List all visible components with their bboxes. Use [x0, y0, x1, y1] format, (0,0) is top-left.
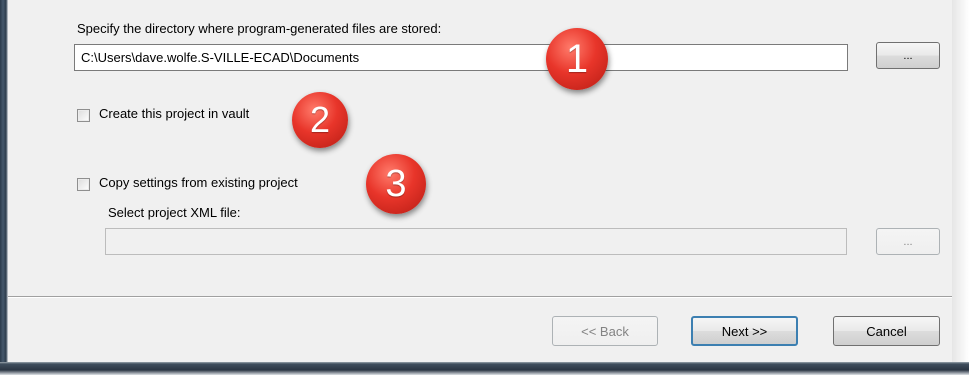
directory-prompt-label: Specify the directory where program-gene… — [77, 21, 442, 36]
back-button[interactable]: << Back — [552, 316, 658, 346]
cancel-button[interactable]: Cancel — [833, 316, 940, 346]
xml-file-path-field[interactable] — [105, 228, 847, 255]
dialog-shadow — [952, 0, 969, 375]
vault-checkbox-label[interactable]: Create this project in vault — [99, 106, 249, 121]
xml-file-prompt-label: Select project XML file: — [108, 205, 241, 220]
dialog-frame-left — [0, 0, 8, 375]
vault-checkbox[interactable] — [77, 109, 90, 122]
callout-badge-1: 1 — [546, 28, 608, 90]
copy-settings-checkbox-label[interactable]: Copy settings from existing project — [99, 175, 298, 190]
xml-file-browse-button[interactable]: ... — [876, 228, 940, 255]
next-button[interactable]: Next >> — [691, 316, 798, 346]
directory-path-field[interactable]: C:\Users\dave.wolfe.S-VILLE-ECAD\Documen… — [74, 44, 848, 71]
footer-separator — [8, 296, 952, 298]
copy-settings-checkbox[interactable] — [77, 178, 90, 191]
callout-badge-2: 2 — [292, 92, 348, 148]
callout-badge-3: 3 — [366, 154, 426, 214]
directory-browse-button[interactable]: ... — [876, 42, 940, 69]
dialog-frame-bottom — [0, 362, 969, 375]
